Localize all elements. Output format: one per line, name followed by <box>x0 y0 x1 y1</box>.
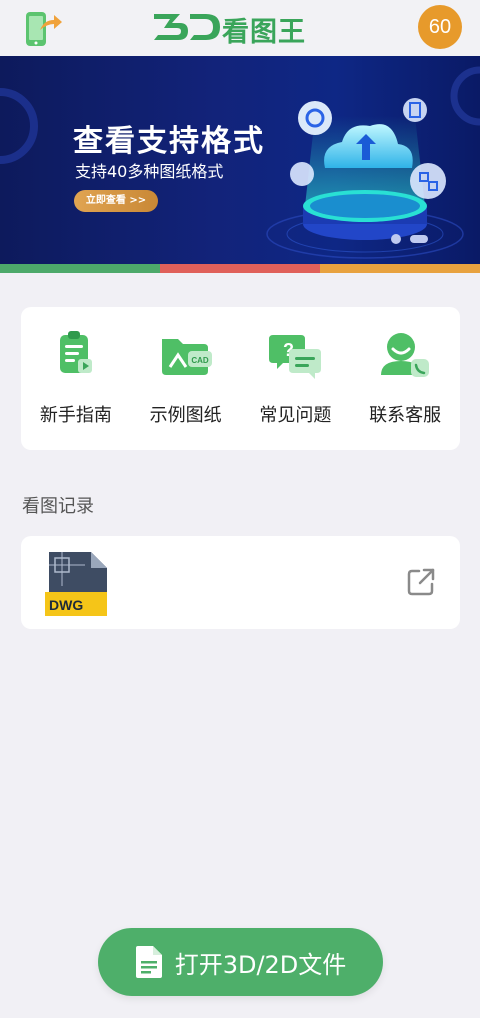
history-section-title: 看图记录 <box>22 496 94 517</box>
faq-icon: ? <box>269 335 322 379</box>
open-file-button[interactable]: 打开3D/2D文件 <box>98 928 383 996</box>
banner-subtitle: 支持40多种图纸格式 <box>75 162 224 181</box>
banner-title: 查看支持格式 <box>73 124 265 159</box>
file-type-label: DWG <box>49 597 83 613</box>
history-record[interactable]: DWG <box>21 536 460 629</box>
promo-banner[interactable]: 查看支持格式 支持40多种图纸格式 立即查看 >> <box>0 56 480 264</box>
logo-3d-icon <box>154 14 220 40</box>
dwg-file-icon: DWG <box>45 552 107 616</box>
action-label: 新手指南 <box>39 405 112 426</box>
document-icon <box>135 946 162 978</box>
svg-text:CAD: CAD <box>191 356 209 365</box>
phone-share-icon[interactable] <box>22 10 64 48</box>
banner-view-button[interactable]: 立即查看 >> <box>74 190 158 212</box>
action-label: 示例图纸 <box>149 405 222 426</box>
action-beginner-guide[interactable]: 新手指南 <box>21 307 131 450</box>
app-header: 看图王 60 <box>0 0 480 56</box>
cad-folder-icon: CAD <box>161 339 212 375</box>
action-contact-support[interactable]: 联系客服 <box>350 307 460 450</box>
stripe-red <box>160 264 320 273</box>
quick-actions-card: 新手指南 CAD 示例图纸 ? 常见问题 联系客服 <box>21 307 460 450</box>
action-faq[interactable]: ? 常见问题 <box>241 307 351 450</box>
external-open-icon[interactable] <box>406 567 436 597</box>
open-file-label: 打开3D/2D文件 <box>174 950 347 979</box>
cloud-upload-illustration <box>290 98 446 244</box>
action-label: 常见问题 <box>259 405 332 426</box>
logo-text: 看图王 <box>222 17 306 48</box>
coin-badge[interactable]: 60 <box>418 5 462 49</box>
action-sample-drawings[interactable]: CAD 示例图纸 <box>131 307 241 450</box>
action-label: 联系客服 <box>369 405 442 426</box>
banner-color-stripe <box>0 264 480 273</box>
support-icon <box>381 333 430 377</box>
stripe-orange <box>320 264 480 273</box>
stripe-green <box>0 264 160 273</box>
guide-icon <box>59 331 92 373</box>
app-logo: 看图王 <box>150 8 330 48</box>
